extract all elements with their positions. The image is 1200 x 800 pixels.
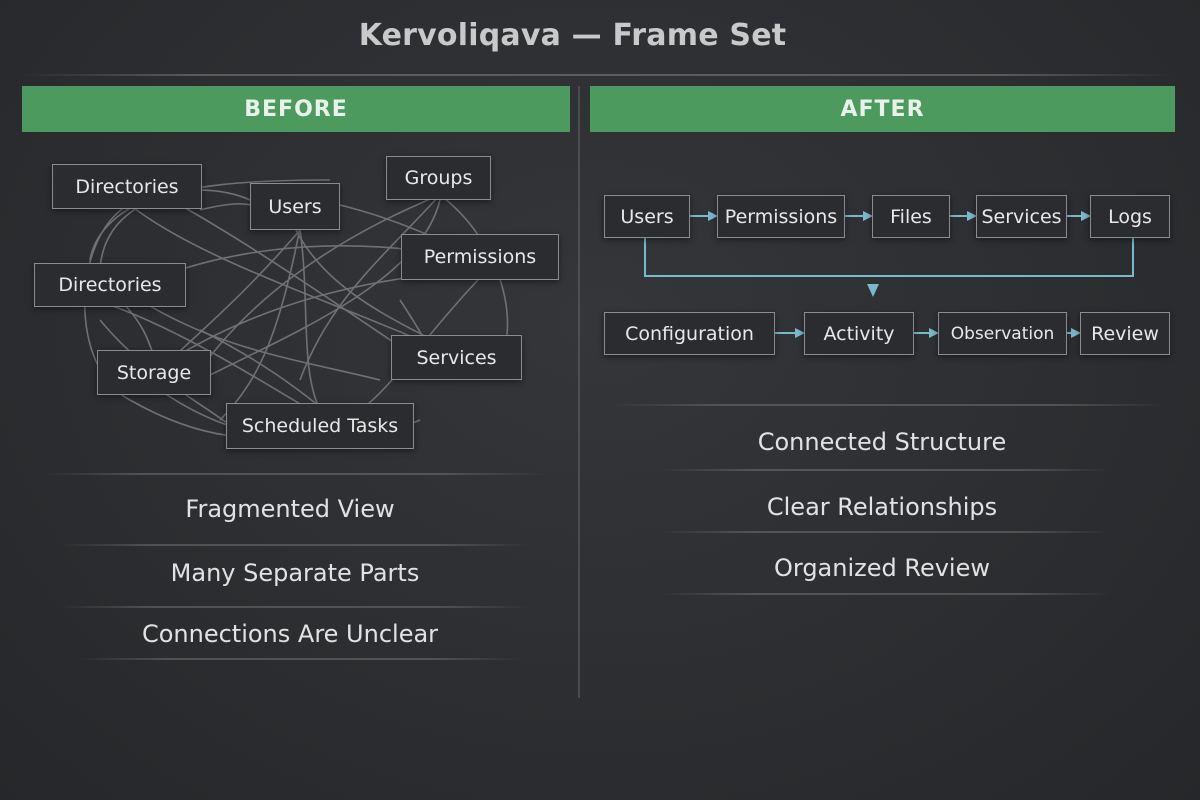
before-summary-text: Connections Are Unclear [141, 620, 439, 648]
after-node-label: Users [620, 205, 674, 228]
after-summary-item-2: Clear Relationships [672, 477, 1092, 537]
after-summary-rule-1 [610, 404, 1165, 406]
after-row1-node-users: Users [604, 195, 690, 238]
after-node-label: Services [981, 205, 1062, 228]
before-node-label: Storage [116, 361, 192, 384]
before-node-directories-2: Directories [34, 263, 186, 307]
after-row2-node-review: Review [1080, 312, 1170, 355]
after-row2-node-observation: Observation [938, 312, 1067, 355]
after-node-label: Observation [950, 323, 1055, 344]
before-node-services: Services [391, 335, 522, 380]
before-summary-rule-1 [45, 473, 545, 475]
before-node-scheduled-tasks: Scheduled Tasks [226, 403, 414, 449]
after-summary-item-3: Organized Review [672, 538, 1092, 598]
before-node-directories-1: Directories [52, 164, 202, 209]
before-node-label: Groups [404, 167, 473, 189]
before-node-groups: Groups [386, 156, 491, 200]
after-row2-node-configuration: Configuration [604, 312, 775, 355]
after-row2-node-activity: Activity [804, 312, 914, 355]
before-node-label: Directories [58, 274, 162, 296]
before-header-label: BEFORE [244, 96, 348, 122]
after-summary-text: Connected Structure [757, 428, 1007, 456]
before-node-label: Permissions [423, 246, 537, 268]
after-summary-rule-3 [660, 531, 1110, 533]
before-summary-text: Fragmented View [185, 495, 395, 523]
before-node-permissions: Permissions [401, 234, 559, 280]
before-header: BEFORE [22, 86, 570, 132]
after-node-label: Permissions [724, 205, 838, 228]
before-node-users: Users [250, 183, 340, 230]
after-summary-text: Organized Review [773, 554, 990, 582]
before-node-label: Directories [75, 175, 179, 198]
after-summary-text: Clear Relationships [766, 493, 998, 521]
after-summary-item-1: Connected Structure [672, 412, 1092, 472]
after-node-label: Review [1091, 322, 1159, 345]
before-node-label: Scheduled Tasks [241, 415, 399, 437]
after-node-label: Logs [1108, 205, 1152, 228]
after-header: AFTER [590, 86, 1175, 132]
after-row1-node-permissions: Permissions [717, 195, 845, 238]
after-row1-node-files: Files [872, 195, 950, 238]
before-node-storage: Storage [97, 350, 211, 395]
page-title: Kervoliqava — Frame Set [358, 18, 787, 53]
after-header-label: AFTER [840, 96, 925, 122]
after-node-label: Configuration [625, 322, 754, 345]
merge-down-arrow [867, 284, 879, 297]
after-row1-node-logs: Logs [1090, 195, 1170, 238]
before-summary-item-2: Many Separate Parts [85, 543, 505, 603]
before-node-label: Users [268, 195, 322, 218]
before-node-label: Services [416, 346, 497, 369]
after-row1-node-services: Services [976, 195, 1067, 238]
panel-divider [578, 86, 580, 698]
after-summary-rule-4 [660, 593, 1110, 595]
after-node-label: Activity [823, 322, 895, 345]
before-summary-rule-4 [80, 658, 520, 660]
before-summary-text: Many Separate Parts [170, 559, 420, 587]
title-divider [22, 74, 1172, 76]
after-summary-rule-2 [660, 469, 1110, 471]
after-node-label: Files [890, 205, 932, 228]
merge-bracket [644, 238, 1134, 277]
before-summary-item-1: Fragmented View [80, 479, 500, 539]
before-summary-item-3: Connections Are Unclear [80, 604, 500, 664]
